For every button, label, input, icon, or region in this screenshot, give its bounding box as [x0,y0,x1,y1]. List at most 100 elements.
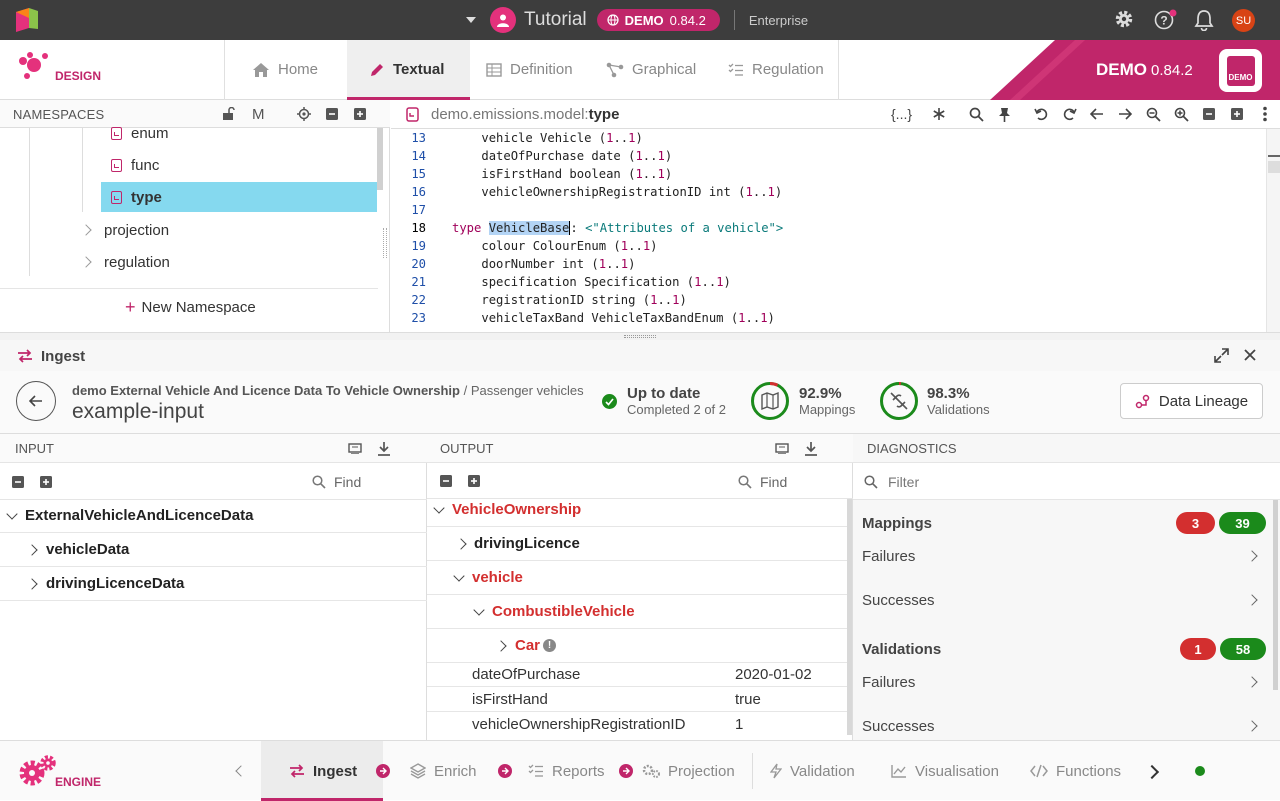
tree-row-car[interactable]: Car ! [427,629,847,663]
code-token: registrationID string ( [481,293,651,307]
zoom-in-icon[interactable] [1174,107,1189,122]
download-icon[interactable] [804,441,818,456]
mappings-successes-row[interactable]: Successes [862,585,1262,615]
engine-tab-ingest[interactable]: Ingest [261,741,383,801]
notifications-bell-icon[interactable] [1194,9,1214,36]
project-dropdown-icon[interactable] [466,17,476,23]
app-logo-icon[interactable] [16,8,38,37]
download-icon[interactable] [377,441,391,456]
tree-row-output-root[interactable]: VehicleOwnership [427,493,847,527]
input-panel: INPUT Find ExternalVehicleAndLicenceData… [0,434,427,740]
tree-row-driving-licence[interactable]: drivingLicence [427,527,847,561]
back-button[interactable] [16,381,56,421]
engine-tab-enrich[interactable]: Enrich [410,741,477,801]
diagnostics-filter-field[interactable]: Filter [853,463,1280,500]
tab-regulation[interactable]: Regulation [728,40,838,99]
close-icon[interactable] [1244,349,1256,361]
editor-scrollbar[interactable] [1266,129,1280,332]
field-name: vehicleOwnershipRegistrationID [472,716,686,733]
search-icon[interactable] [969,107,984,122]
data-lineage-button[interactable]: Data Lineage [1120,383,1263,419]
output-find-field[interactable]: Find [738,474,787,490]
view-toggle-icon[interactable] [775,443,789,454]
editor-scroll-thumb[interactable] [1268,161,1280,173]
code-token: vehicleOwnershipRegistrationID int ( [481,185,746,199]
format-button[interactable]: {...} [891,106,912,122]
search-icon [864,475,878,489]
chevron-right-icon[interactable] [1144,764,1160,780]
tree-row-vehicle-data[interactable]: vehicleData [0,533,427,567]
expand-all-icon[interactable] [354,108,366,120]
validations-percent: 98.3% [927,385,970,402]
new-namespace-button[interactable]: + New Namespace [125,298,256,316]
info-icon[interactable]: ! [543,639,557,652]
tab-textual[interactable]: Textual [347,40,470,100]
pin-icon[interactable] [998,107,1011,122]
expand-all-icon[interactable] [468,475,480,487]
splitter-grip-icon[interactable] [624,335,656,338]
code-token: ) [664,149,673,163]
project-title[interactable]: Tutorial [524,9,587,31]
breadcrumb-category[interactable]: Passenger vehicles [471,383,584,398]
tree-row-combustible-vehicle[interactable]: CombustibleVehicle [427,595,847,629]
arrow-left-icon[interactable] [1090,108,1104,120]
code-token: .. [613,131,629,145]
tree-row-input-root[interactable]: ExternalVehicleAndLicenceData [0,499,427,533]
checklist-icon [528,764,543,777]
tree-item-regulation[interactable]: regulation [80,247,170,277]
arrow-right-icon[interactable] [1118,108,1132,120]
chevron-left-icon[interactable] [235,765,247,777]
tree-item-enum[interactable]: enum [111,118,169,148]
diagnostics-scrollbar[interactable] [1273,500,1278,690]
locate-icon[interactable] [297,107,311,121]
more-vertical-icon[interactable] [1262,106,1268,122]
validations-successes-row[interactable]: Successes [862,711,1262,741]
tree-row-vehicle[interactable]: vehicle [427,561,847,595]
tree-item-func[interactable]: func [111,150,159,180]
asterisk-icon[interactable] [932,107,946,121]
view-toggle-icon[interactable] [348,443,362,454]
panel-splitter[interactable] [0,332,1280,340]
tree-item-projection[interactable]: projection [80,215,169,245]
code-token: doorNumber int ( [481,257,599,271]
collapse-all-icon[interactable] [12,476,24,488]
engine-tab-visualisation[interactable]: Visualisation [891,741,999,801]
expand-all-icon[interactable] [1231,108,1243,120]
maximize-icon[interactable] [1214,348,1229,363]
mappings-failures-row[interactable]: Failures [862,541,1262,571]
mappings-label: Mappings [799,402,856,417]
collapse-all-icon[interactable] [440,475,452,487]
validations-failures-row[interactable]: Failures [862,667,1262,697]
collapse-all-icon[interactable] [1203,108,1215,120]
unlock-icon[interactable] [222,107,236,121]
user-avatar[interactable]: SU [1232,9,1255,32]
tab-definition[interactable]: Definition [486,40,590,99]
code-editor[interactable]: 13 vehicle Vehicle (1..1) 14 dateOfPurcha… [391,129,1266,332]
chevron-right-icon [1246,676,1258,688]
namespaces-scrollbar[interactable] [377,128,383,190]
m-button[interactable]: M [252,106,265,123]
engine-tab-projection[interactable]: Projection [642,741,735,801]
breadcrumb-mapping[interactable]: demo External Vehicle And Licence Data T… [72,383,460,398]
settings-gear-icon[interactable] [1114,9,1134,34]
redo-icon[interactable] [1062,107,1077,122]
expand-all-icon[interactable] [40,476,52,488]
tree-item-type[interactable]: type [101,182,377,212]
undo-icon[interactable] [1034,107,1049,122]
help-icon[interactable]: ? [1154,9,1178,36]
tab-home[interactable]: Home [242,40,346,99]
field-row: isFirstHand true [427,687,847,712]
engine-tab-reports[interactable]: Reports [528,741,605,801]
tree-row-driving-licence-data[interactable]: drivingLicenceData [0,567,427,601]
input-find-field[interactable]: Find [312,474,361,490]
tab-graphical[interactable]: Graphical [606,40,716,99]
engine-tab-validation[interactable]: Validation [770,741,855,801]
code-token: .. [628,239,643,253]
resize-handle[interactable] [383,228,387,258]
zoom-out-icon[interactable] [1146,107,1161,122]
divider [733,10,735,30]
output-scrollbar[interactable] [847,499,852,735]
code-token: 1 [738,311,746,325]
engine-tab-functions[interactable]: Functions [1030,741,1121,801]
collapse-all-icon[interactable] [326,108,338,120]
